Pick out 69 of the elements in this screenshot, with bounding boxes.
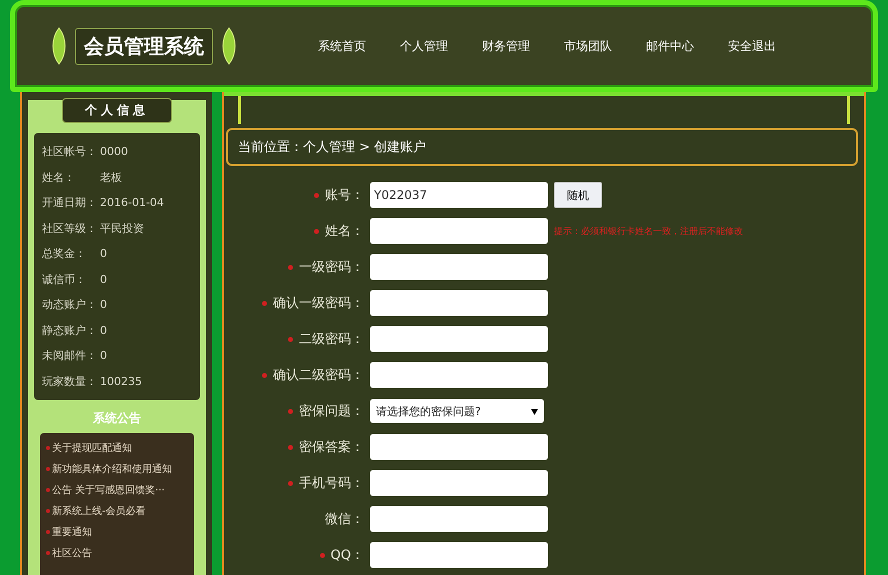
vine-post-icon [238,96,241,124]
nav-link[interactable]: 邮件中心 [629,34,711,58]
input-field[interactable] [370,218,548,244]
field-label: 姓名： [325,223,364,240]
field-label: 账号： [325,187,364,204]
notice-link[interactable]: 公告 关于写感恩回馈奖··· [52,482,165,496]
field-label: 密保问题： [299,403,364,420]
notice-link[interactable]: 新功能具体介绍和使用通知 [52,462,172,476]
vine-post-icon [847,96,850,124]
info-value: 2016-01-04 [100,196,164,210]
field-label: 密保答案： [299,439,364,456]
info-value: 0 [100,298,107,312]
info-value: 0000 [100,145,128,158]
info-title: 个人信息 [62,98,172,123]
info-value: 老板 [100,170,122,185]
input-field[interactable] [370,326,548,352]
nav-link[interactable]: 财务管理 [465,34,547,58]
notice-link[interactable]: 关于提现匹配通知 [52,440,132,454]
field-label: 确认一级密码： [273,295,364,312]
info-label: 未阅邮件： [42,348,98,364]
nav-link[interactable]: 安全退出 [711,34,793,58]
input-field[interactable] [370,470,548,496]
info-label: 玩家数量： [42,374,98,389]
random-button[interactable]: 随机 [554,182,602,208]
input-field[interactable] [370,506,548,532]
info-label: 社区帐号： [42,144,98,160]
info-label: 开通日期： [42,195,98,210]
info-label: 姓名： [42,170,76,185]
notice-link[interactable]: 重要通知 [52,524,92,538]
info-label: 诚信币： [42,272,87,287]
input-field[interactable] [370,290,548,316]
field-label: 一级密码： [299,259,364,276]
bullet-icon [46,530,50,534]
bullet-icon [46,488,50,492]
info-value: 0 [100,349,107,362]
info-label: 动态账户： [42,297,98,312]
info-value: 0 [100,324,107,337]
info-value: 平民投资 [100,220,144,236]
input-field[interactable] [370,362,548,388]
input-field[interactable] [370,434,548,460]
dropdown-caret-icon [531,408,538,414]
info-value: 0 [100,272,107,286]
info-value: 0 [100,247,107,260]
field-label: 微信： [325,511,364,528]
bullet-icon [46,508,50,512]
nav-link[interactable]: 系统首页 [301,34,383,58]
system-title: 会员管理系统 [75,28,213,64]
input-field[interactable] [370,542,548,568]
notice-link[interactable]: 新系统上线-会员必看 [52,504,146,518]
notice-title: 系统公告 [93,410,141,427]
breadcrumb: 当前位置：个人管理 > 创建账户 [226,128,858,166]
info-value: 100235 [100,374,142,388]
info-label: 总奖金： [42,246,87,262]
field-label: 二级密码： [299,331,364,348]
input-field[interactable] [370,254,548,280]
field-label: 确认二级密码： [273,367,364,384]
input-field[interactable]: Y022037 [370,182,548,208]
info-label: 社区等级： [42,220,98,236]
field-label: 手机号码： [299,475,364,492]
info-label: 静态账户： [42,322,98,338]
field-label: QQ： [330,547,364,564]
question-dropdown[interactable]: 请选择您的密保问题? [370,399,544,423]
bullet-icon [46,550,50,554]
bullet-icon [46,466,50,470]
bullet-icon [46,446,50,450]
nav-link[interactable]: 个人管理 [383,34,465,58]
nav-link[interactable]: 市场团队 [547,34,629,58]
notice-link[interactable]: 社区公告 [52,546,92,560]
hint-text: 提示：必须和银行卡姓名一致，注册后不能修改 [554,226,743,238]
